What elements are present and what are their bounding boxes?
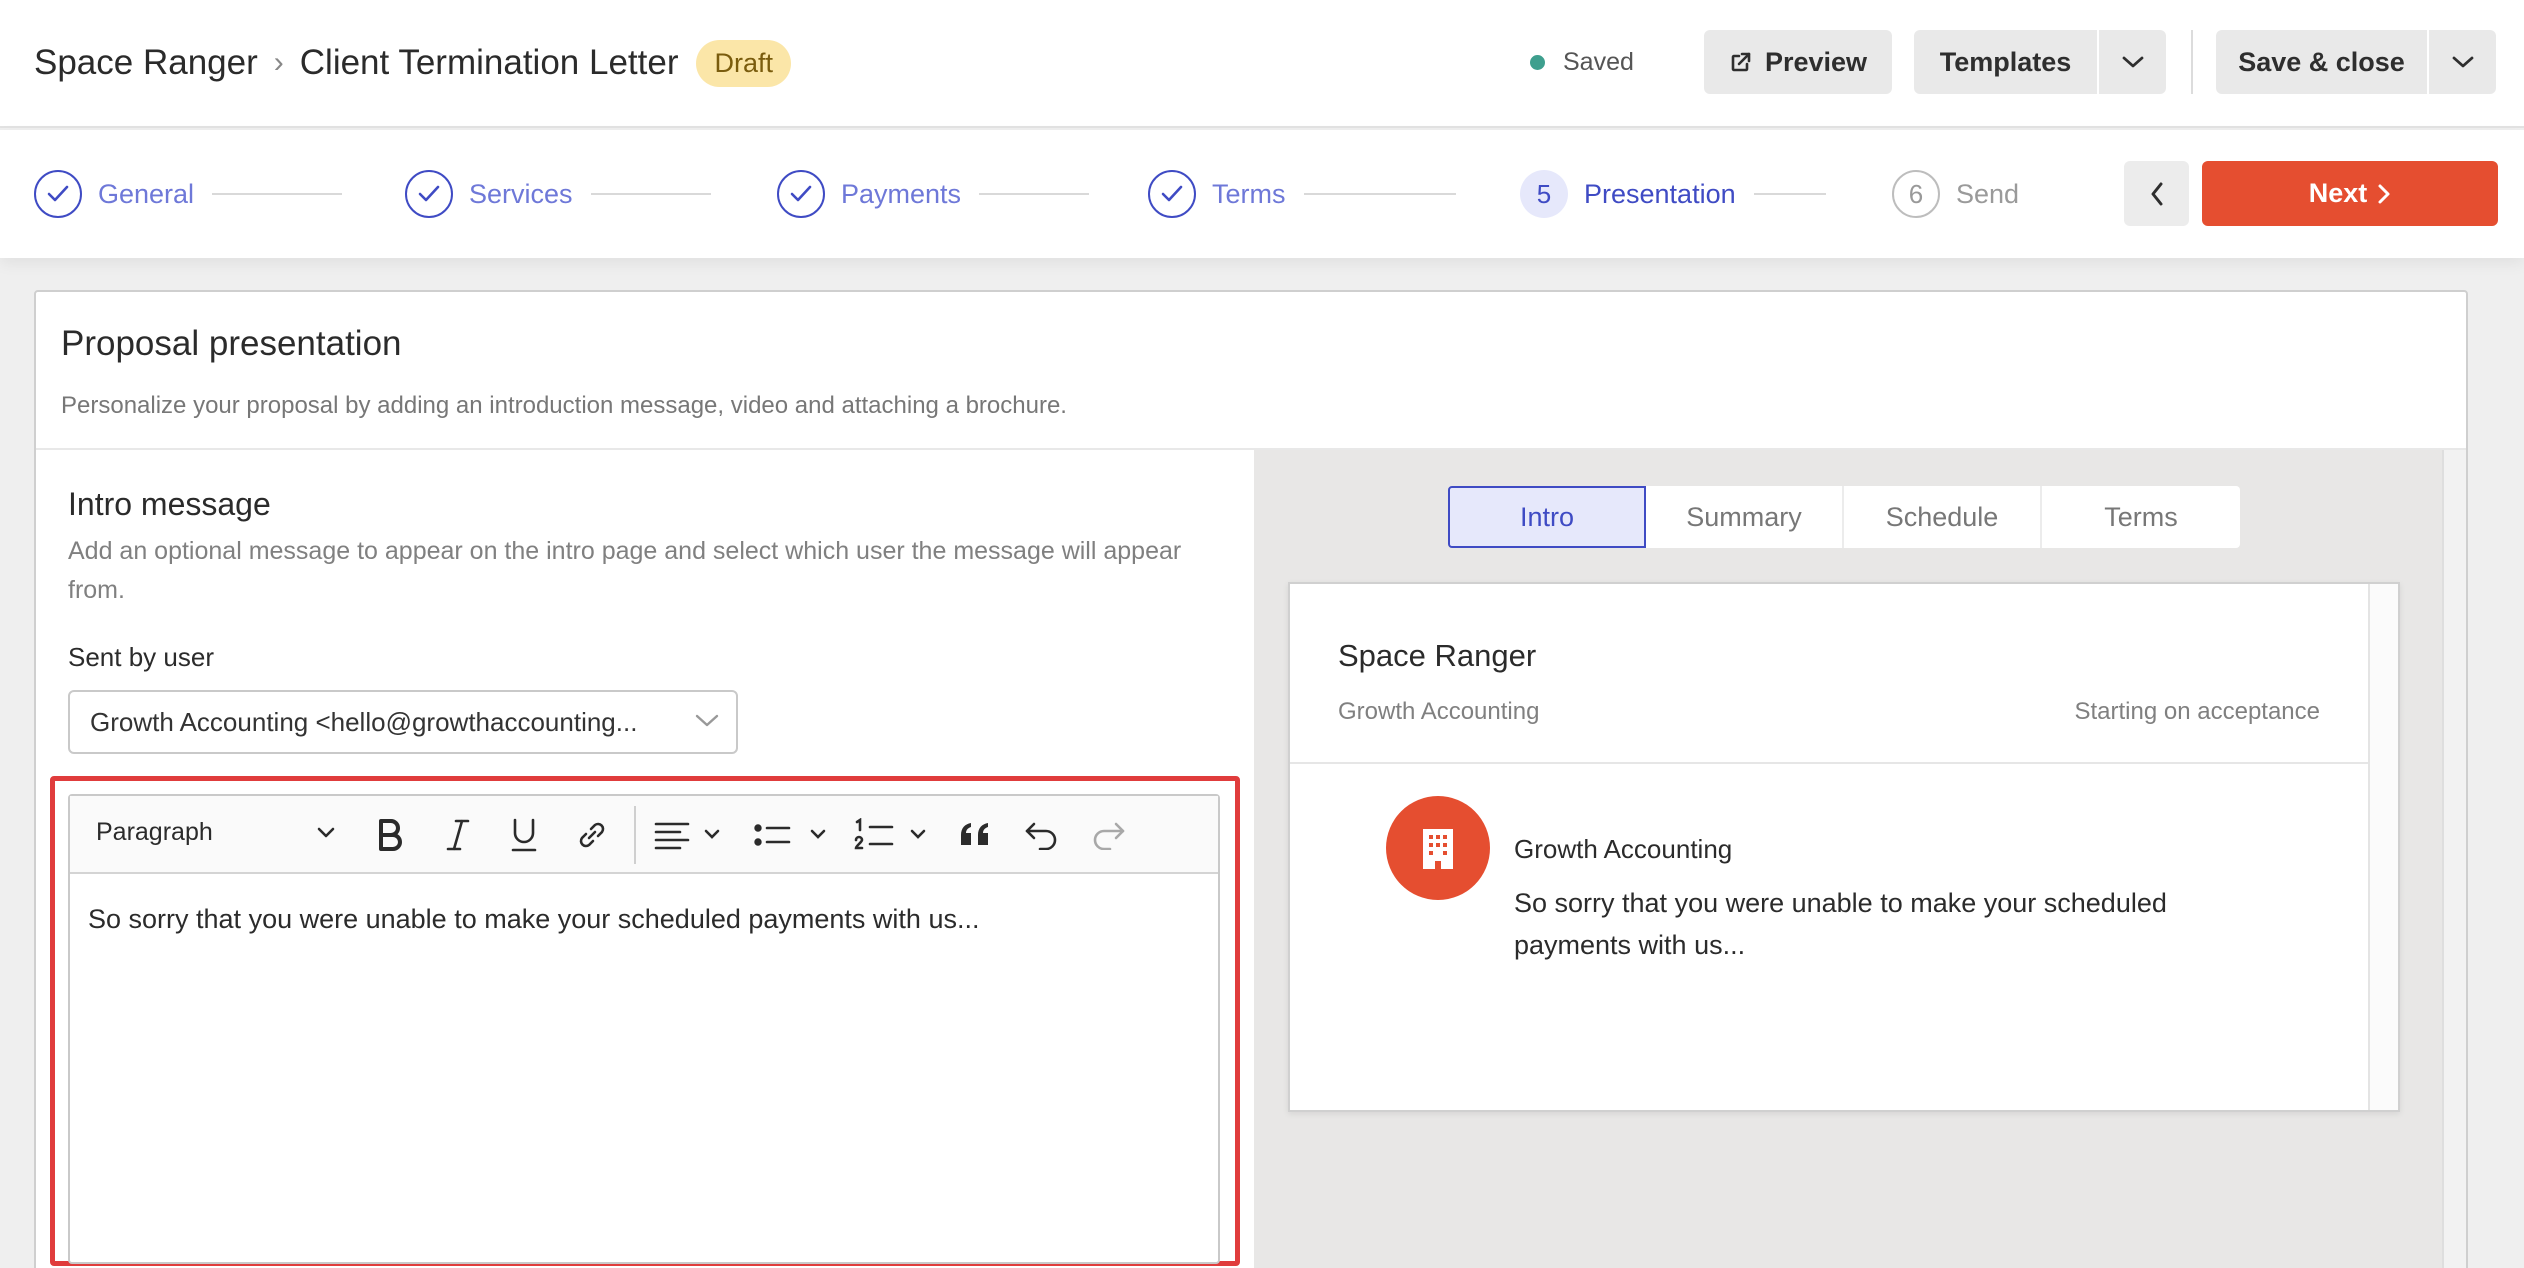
next-label: Next xyxy=(2308,178,2368,208)
undo-icon[interactable] xyxy=(1022,814,1062,856)
step-connector xyxy=(1303,193,1456,195)
breadcrumb-chevron-icon: › xyxy=(273,46,284,79)
editor-toolbar: Paragraph xyxy=(70,796,1218,874)
previous-step-button[interactable] xyxy=(2124,161,2189,226)
preview-tabs: Intro Summary Schedule Terms xyxy=(1448,486,2240,548)
step-label: Services xyxy=(469,178,573,209)
intro-heading: Intro message xyxy=(68,486,271,522)
save-status-label: Saved xyxy=(1563,48,1634,76)
section-title: Proposal presentation xyxy=(61,324,402,363)
bullet-list-icon[interactable] xyxy=(754,814,832,856)
section-subtitle: Personalize your proposal by adding an i… xyxy=(61,392,1067,419)
preview-scrollbar[interactable] xyxy=(2368,584,2398,1110)
chevron-down-icon xyxy=(2452,56,2473,68)
intro-settings-panel: Intro message Add an optional message to… xyxy=(36,450,1254,1268)
panel-scrollbar[interactable] xyxy=(2442,450,2466,1268)
save-status: Saved xyxy=(1530,48,1634,77)
preview-panel: Intro Summary Schedule Terms Space Range… xyxy=(1254,450,2466,1268)
save-close-dropdown-button[interactable] xyxy=(2429,30,2496,94)
align-icon[interactable] xyxy=(654,814,726,856)
save-close-button[interactable]: Save & close xyxy=(2216,30,2427,94)
tab-intro[interactable]: Intro xyxy=(1448,486,1646,548)
divider xyxy=(1290,762,2368,764)
proposal-presentation-card: Proposal presentation Personalize your p… xyxy=(34,290,2468,1268)
numbered-list-icon[interactable] xyxy=(854,814,932,856)
chevron-left-icon xyxy=(2151,182,2162,205)
redo-icon[interactable] xyxy=(1088,814,1128,856)
blockquote-icon[interactable] xyxy=(958,814,994,856)
chevron-down-icon xyxy=(695,714,719,727)
step-connector xyxy=(1753,193,1826,195)
check-icon xyxy=(1148,170,1196,218)
step-connector xyxy=(212,193,343,195)
page-title: Client Termination Letter xyxy=(299,43,679,82)
editor-content[interactable]: So sorry that you were unable to make yo… xyxy=(88,904,979,935)
sent-by-value: Growth Accounting <hello@growthaccountin… xyxy=(90,706,638,737)
building-icon xyxy=(1423,829,1453,869)
step-number: 6 xyxy=(1892,170,1940,218)
step-label: Send xyxy=(1956,178,2020,209)
preview-start: Starting on acceptance xyxy=(2074,698,2321,725)
preview-title: Space Ranger xyxy=(1338,638,1537,673)
preview-label: Preview xyxy=(1764,46,1868,77)
step-label: Terms xyxy=(1212,178,1286,209)
step-label: Presentation xyxy=(1584,178,1736,209)
step-terms[interactable]: Terms xyxy=(1148,170,1456,218)
rich-text-editor: Paragraph So sorry that you were unable … xyxy=(68,794,1220,1264)
step-presentation[interactable]: 5 Presentation xyxy=(1520,170,1826,218)
underline-icon[interactable] xyxy=(506,814,542,856)
chevron-right-icon xyxy=(2378,184,2390,203)
header-divider xyxy=(2191,30,2193,94)
check-icon xyxy=(34,170,82,218)
tab-terms[interactable]: Terms xyxy=(2042,486,2240,548)
chevron-down-icon xyxy=(2122,56,2143,68)
sent-by-label: Sent by user xyxy=(68,642,214,672)
tab-schedule[interactable]: Schedule xyxy=(1844,486,2042,548)
step-general[interactable]: General xyxy=(34,170,343,218)
bold-icon[interactable] xyxy=(372,814,408,856)
top-header: Space Ranger › Client Termination Letter… xyxy=(0,0,2524,128)
step-connector xyxy=(979,193,1090,195)
block-format-select[interactable]: Paragraph xyxy=(96,818,213,847)
preview-button[interactable]: Preview xyxy=(1704,30,1892,94)
sent-by-select[interactable]: Growth Accounting <hello@growthaccountin… xyxy=(68,690,738,754)
step-send[interactable]: 6 Send xyxy=(1892,170,2019,218)
italic-icon[interactable] xyxy=(440,814,476,856)
step-connector xyxy=(590,193,711,195)
link-icon[interactable] xyxy=(572,814,612,856)
templates-dropdown-button[interactable] xyxy=(2099,30,2166,94)
step-label: Payments xyxy=(841,178,962,209)
external-link-icon xyxy=(1731,52,1751,72)
preview-org: Growth Accounting xyxy=(1338,698,1540,725)
breadcrumb: Space Ranger › Client Termination Letter… xyxy=(34,39,791,87)
chevron-down-icon[interactable] xyxy=(316,826,336,840)
breadcrumb-org[interactable]: Space Ranger xyxy=(34,43,258,83)
step-services[interactable]: Services xyxy=(405,170,711,218)
saved-dot-icon xyxy=(1530,55,1545,70)
check-icon xyxy=(777,170,825,218)
status-badge: Draft xyxy=(696,39,791,87)
next-step-button[interactable]: Next xyxy=(2202,161,2498,226)
intro-description: Add an optional message to appear on the… xyxy=(68,537,1182,604)
templates-button[interactable]: Templates xyxy=(1914,30,2097,94)
tab-summary[interactable]: Summary xyxy=(1646,486,1844,548)
toolbar-divider xyxy=(634,806,636,864)
preview-message: So sorry that you were unable to make yo… xyxy=(1514,888,2167,960)
check-icon xyxy=(405,170,453,218)
step-number: 5 xyxy=(1520,170,1568,218)
step-payments[interactable]: Payments xyxy=(777,170,1090,218)
intro-preview-card: Space Ranger Growth Accounting Starting … xyxy=(1288,582,2400,1112)
step-label: General xyxy=(98,178,195,209)
preview-from-name: Growth Accounting xyxy=(1514,834,1733,864)
avatar xyxy=(1386,796,1490,900)
